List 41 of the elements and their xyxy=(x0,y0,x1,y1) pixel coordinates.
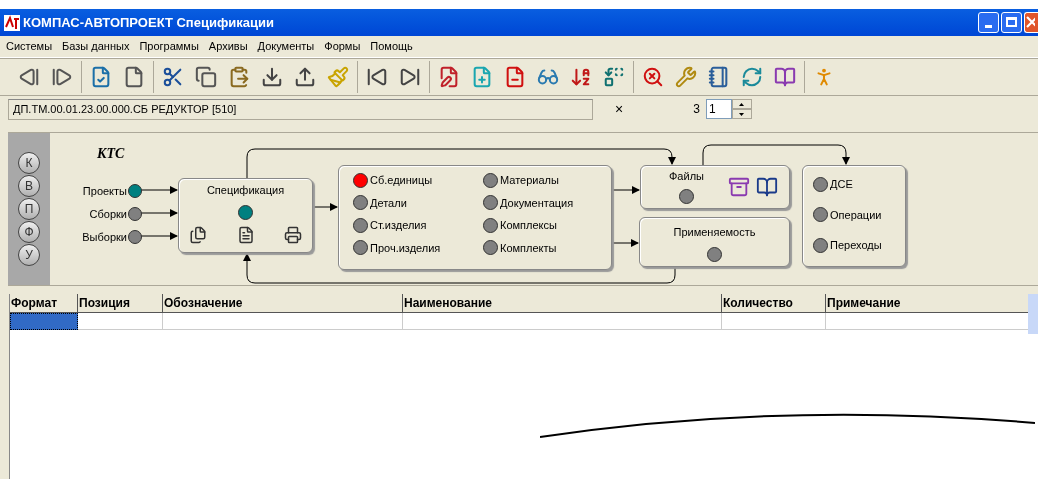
spin-field[interactable]: 1 xyxy=(705,99,732,119)
menu-item[interactable]: Помощь xyxy=(370,38,413,55)
node-label: ДСЕ xyxy=(830,177,853,192)
input-label: Выборки xyxy=(82,230,127,245)
node-title: Файлы xyxy=(669,169,704,184)
side-button[interactable]: П xyxy=(18,198,40,220)
menu-item[interactable]: Системы xyxy=(6,38,53,55)
component-label: Сб.единицы xyxy=(370,173,433,188)
component-label: Проч.изделия xyxy=(370,240,441,256)
side-button[interactable]: Ф xyxy=(18,221,40,243)
input-label: Проекты xyxy=(82,184,127,199)
menu-item[interactable]: Архивы xyxy=(208,38,248,55)
column-header[interactable]: Количество xyxy=(722,294,826,313)
count-label: 3 xyxy=(693,101,700,118)
node-title: Спецификация xyxy=(206,183,285,198)
menu-item[interactable]: Документы xyxy=(257,38,315,55)
menu-item[interactable]: Программы xyxy=(139,38,199,55)
path-field: ДП.ТМ.00.01.23.00.000.СБ РЕДУКТОР [510] xyxy=(8,98,593,120)
column-header[interactable]: Обозначение xyxy=(163,294,403,313)
node-title: Применяемость xyxy=(673,225,756,240)
side-button[interactable]: У xyxy=(18,244,40,266)
menu-item[interactable]: Формы xyxy=(324,38,361,55)
side-button[interactable]: В xyxy=(18,175,40,197)
window-title: КОМПАС-АВТОПРОЕКТ Спецификации xyxy=(23,13,274,32)
column-header[interactable]: Наименование xyxy=(403,294,722,313)
component-label: Документация xyxy=(500,195,574,211)
column-header[interactable]: Формат xyxy=(10,294,78,313)
component-label: Ст.изделия xyxy=(370,218,427,233)
column-header[interactable]: Позиция xyxy=(78,294,163,313)
component-label: Комплексы xyxy=(500,218,557,233)
node-label: Переходы xyxy=(830,238,882,253)
node-label: Операции xyxy=(830,207,882,223)
column-header[interactable]: Примечание xyxy=(826,294,1030,313)
diagram-title: КТС xyxy=(97,145,125,163)
component-label: Детали xyxy=(370,195,407,211)
side-button[interactable]: К xyxy=(18,152,40,174)
input-label: Сборки xyxy=(89,207,127,222)
close-path-button[interactable]: × xyxy=(611,98,628,120)
component-label: Комплекты xyxy=(500,240,557,256)
component-label: Материалы xyxy=(500,173,559,188)
menu-item[interactable]: Базы данных xyxy=(62,38,130,55)
